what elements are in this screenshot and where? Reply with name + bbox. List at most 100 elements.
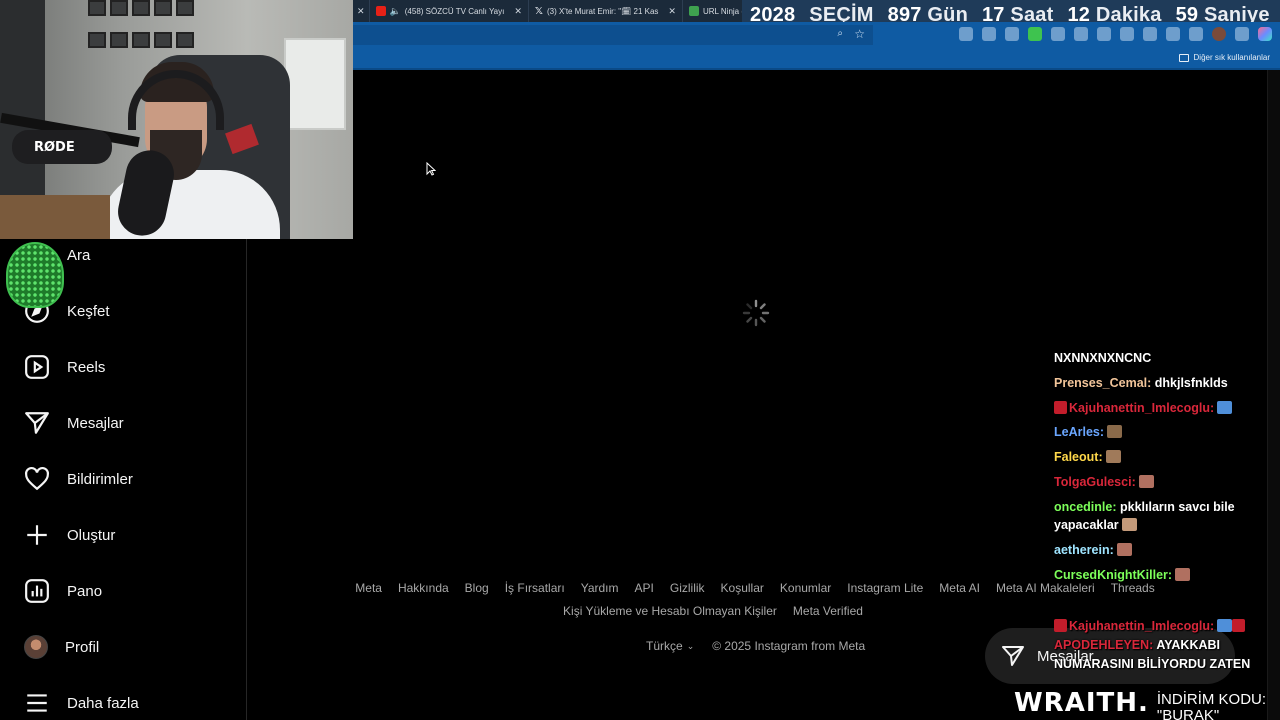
chat-message: NXNNXNXNCNC (1054, 349, 1276, 368)
footer-link[interactable]: Meta (355, 581, 382, 595)
copyright: © 2025 Instagram from Meta (712, 639, 866, 653)
sidebar-item-dashboard[interactable]: Pano (24, 577, 102, 605)
chat-username: CursedKnightKiller: (1054, 567, 1173, 582)
chat-username: Prenses_Cemal: (1054, 375, 1152, 390)
chat-badge-icon (1232, 619, 1246, 632)
stream-chat: NXNNXNXNCNC Prenses_Cemal: dhkjlsfnklds Ka… (1054, 349, 1276, 591)
favorite-star-icon[interactable]: ☆ (854, 27, 865, 41)
browser-essentials-icon[interactable] (1166, 27, 1180, 41)
zoom-icon[interactable]: ⌕ (837, 28, 843, 39)
sidebar-item-reels[interactable]: Reels (24, 353, 105, 381)
url-ninja-icon (688, 6, 699, 16)
menu-icon (27, 694, 47, 712)
paper-plane-icon (25, 412, 49, 434)
sponsor-brand: WRAITH. (1014, 688, 1149, 718)
yarn-ball-overlay (6, 242, 64, 308)
sidebar-item-label: Profil (65, 638, 100, 656)
browser-tab[interactable]: 𝕏 (3) X'te Murat Emir: "🗓 21 Kas ✕ (529, 0, 683, 22)
chat-message: aetherein: (1054, 541, 1276, 560)
tab-label: (458) SÖZCÜ TV Canlı Yayı (404, 6, 505, 16)
chat-emote-icon (1107, 425, 1123, 439)
chat-emote-icon (1175, 567, 1191, 581)
footer-link[interactable]: Hakkında (398, 581, 449, 595)
extension-icon[interactable] (1028, 27, 1042, 41)
chat-username: TolgaGulesci: (1054, 474, 1136, 489)
extension-icon[interactable] (959, 27, 973, 41)
sidebar-item-messages[interactable]: Mesajlar (24, 409, 124, 437)
plus-icon (27, 525, 47, 545)
avatar (24, 635, 48, 659)
split-screen-icon[interactable] (1097, 27, 1111, 41)
sidebar-item-profile[interactable]: Profil (24, 633, 99, 661)
folder-icon (1178, 53, 1189, 62)
sponsor-promo: İNDİRİM KODU: "BURAK" (1157, 688, 1266, 720)
sidebar-item-label: Reels (67, 358, 106, 376)
chat-username: Kajuhanettin_Imlecoglu: (1069, 400, 1215, 415)
favorites-icon[interactable] (1143, 27, 1157, 41)
speaker-icon[interactable]: 🔈 (390, 6, 401, 17)
screen: ✕ 🔈 (458) SÖZCÜ TV Canlı Yayı ✕ 𝕏 (3) X'… (0, 0, 1280, 720)
promo-label: İNDİRİM KODU: (1156, 691, 1267, 708)
chat-username: oncedinle: (1054, 499, 1117, 514)
extension-icon[interactable] (1051, 27, 1065, 41)
bookmarks-folder-label: Diğer sık kullanılanlar (1193, 53, 1270, 62)
close-icon[interactable]: ✕ (357, 6, 365, 17)
footer-link[interactable]: Kişi Yükleme ve Hesabı Olmayan Kişiler (563, 604, 777, 618)
chat-badge-icon (1054, 400, 1067, 414)
sidebar-item-label: Oluştur (67, 526, 116, 544)
collections-icon[interactable] (1189, 27, 1203, 41)
sidebar-item-create[interactable]: Oluştur (24, 521, 115, 549)
language-select[interactable]: Türkçe ⌄ (646, 639, 694, 653)
close-icon[interactable]: ✕ (668, 6, 676, 17)
sidebar-item-label: Bildirimler (67, 470, 133, 488)
refresh-icon[interactable] (1074, 27, 1088, 41)
copilot-icon[interactable] (1258, 27, 1272, 41)
webcam-whiteboard (284, 38, 346, 130)
x-logo-icon: 𝕏 (534, 5, 543, 17)
footer-link[interactable]: API (635, 581, 654, 595)
address-bar[interactable]: ⌕ ☆ (353, 25, 873, 45)
sidebar-item-notifications[interactable]: Bildirimler (24, 465, 133, 493)
dashboard-icon (25, 579, 49, 603)
microphone-logo: RØDE (12, 130, 112, 164)
tab-label: (3) X'te Murat Emir: "🗓 21 Kas (546, 6, 659, 16)
webcam-overlay: RØDE (0, 0, 353, 239)
chat-message: Kajuhanettin_Imlecoglu: (1054, 399, 1276, 418)
profile-avatar[interactable] (1212, 27, 1226, 41)
extension-icon[interactable] (1005, 27, 1019, 41)
extensions-icon[interactable] (1120, 27, 1134, 41)
footer-link[interactable]: Gizlilik (670, 581, 705, 595)
sidebar-item-label: Ara (67, 246, 91, 264)
footer-bottom: Türkçe ⌄ © 2025 Instagram from Meta (646, 639, 865, 653)
chat-message: LeArles: (1054, 423, 1276, 442)
footer-link[interactable]: İş Fırsatları (505, 581, 565, 595)
footer-link[interactable]: Meta Verified (793, 604, 863, 618)
browser-toolbar: ⌕ ☆ (353, 22, 1280, 48)
sponsor-banner: WRAITH. İNDİRİM KODU: "BURAK" (1014, 688, 1280, 720)
sidebar-item-label: Daha fazla (67, 694, 139, 712)
footer-link[interactable]: Instagram Lite (847, 581, 923, 595)
footer-link[interactable]: Konumlar (780, 581, 831, 595)
footer-link[interactable]: Blog (465, 581, 489, 595)
footer-link[interactable]: Koşullar (721, 581, 764, 595)
bookmarks-folder[interactable]: Diğer sık kullanılanlar (1178, 53, 1270, 62)
bookmarks-bar: Diğer sık kullanılanlar (353, 48, 1280, 68)
tab-close-prev[interactable]: ✕ (353, 0, 370, 22)
microphone-brand: RØDE (34, 139, 75, 155)
mouse-cursor-icon (426, 162, 436, 176)
chat-message: CursedKnightKiller: (1054, 566, 1276, 585)
extension-icon[interactable] (982, 27, 996, 41)
browser-tab[interactable]: 🔈 (458) SÖZCÜ TV Canlı Yayı ✕ (370, 0, 529, 22)
youtube-icon (375, 6, 386, 16)
more-icon[interactable] (1235, 27, 1249, 41)
webcam-desk (0, 195, 110, 239)
footer-link[interactable]: Meta AI (939, 581, 980, 595)
close-icon[interactable]: ✕ (514, 6, 522, 17)
footer-link[interactable]: Yardım (581, 581, 619, 595)
heart-icon (25, 466, 49, 491)
footer-links: Meta Hakkında Blog İş Fırsatları Yardım … (355, 581, 1155, 595)
sidebar-item-more[interactable]: Daha fazla (24, 689, 139, 717)
chat-emote-icon (1116, 543, 1132, 556)
chat-emote-icon (1217, 619, 1233, 632)
stream-chat-overlay: Kajuhanettin_Imlecoglu:APODEHLEYEN: AYAK… (1054, 617, 1276, 673)
